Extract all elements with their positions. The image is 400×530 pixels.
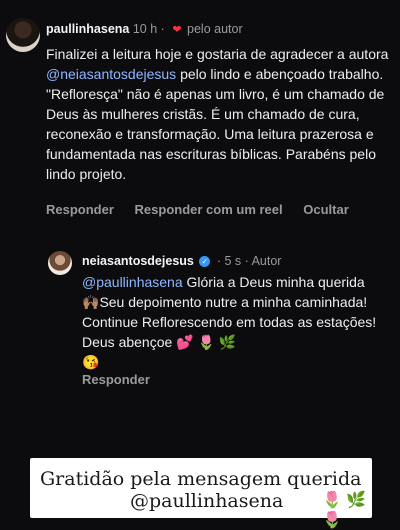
separator: · (160, 22, 165, 36)
avatar[interactable] (48, 251, 72, 275)
kiss-emoji: 😘 (82, 354, 100, 370)
mention-link[interactable]: @neiasantosdejesus (46, 66, 176, 82)
reply-username[interactable]: neiasantosdejesus (82, 254, 194, 268)
card-line-1: Gratidão pela mensagem querida (40, 468, 362, 490)
reply-with-reel-button[interactable]: Responder com um reel (135, 202, 283, 217)
comment-header: paullinhasena 10 h · ❤ pelo autor (46, 22, 243, 36)
verified-icon: ✓ (199, 256, 211, 267)
comment-text: Finalizei a leitura hoje e gostaria de a… (46, 44, 396, 184)
liked-by-author: pelo autor (187, 22, 243, 36)
raised-hands-emoji: 🙌🏽 (82, 294, 100, 310)
reply-button[interactable]: Responder (82, 372, 150, 387)
reply-time: · 5 s · (216, 254, 249, 268)
heart-flower-emojis: 💕 🌷 🌿 (176, 334, 237, 350)
comment-username[interactable]: paullinhasena (46, 22, 129, 36)
reply-header: neiasantosdejesus ✓ · 5 s · Autor (82, 254, 281, 268)
reply-text: @paullinhasena Glória a Deus minha queri… (82, 272, 392, 372)
card-line-2: @paullinhasena (130, 490, 284, 512)
comment-time: 10 h (132, 22, 158, 36)
comment-text-part: Finalizei a leitura hoje e gostaria de a… (46, 46, 389, 62)
reply-button[interactable]: Responder (46, 202, 114, 217)
author-badge: Autor (251, 254, 282, 268)
quote-card: Gratidão pela mensagem querida @paullinh… (30, 458, 372, 529)
mention-link[interactable]: @paullinhasena (82, 274, 183, 290)
reply-actions: Responder (82, 372, 150, 387)
comment-actions: Responder Responder com um reel Ocultar (46, 202, 366, 217)
avatar[interactable] (6, 18, 40, 52)
heart-icon: ❤ (172, 24, 182, 36)
card-emojis: 🌷 🌿 🌷 (322, 492, 367, 529)
comment-text-part: pelo lindo e abençoado trabalho. "Reflor… (46, 66, 385, 182)
reply-text-part: Glória a Deus minha querida (182, 274, 365, 290)
hide-button[interactable]: Ocultar (303, 202, 349, 217)
